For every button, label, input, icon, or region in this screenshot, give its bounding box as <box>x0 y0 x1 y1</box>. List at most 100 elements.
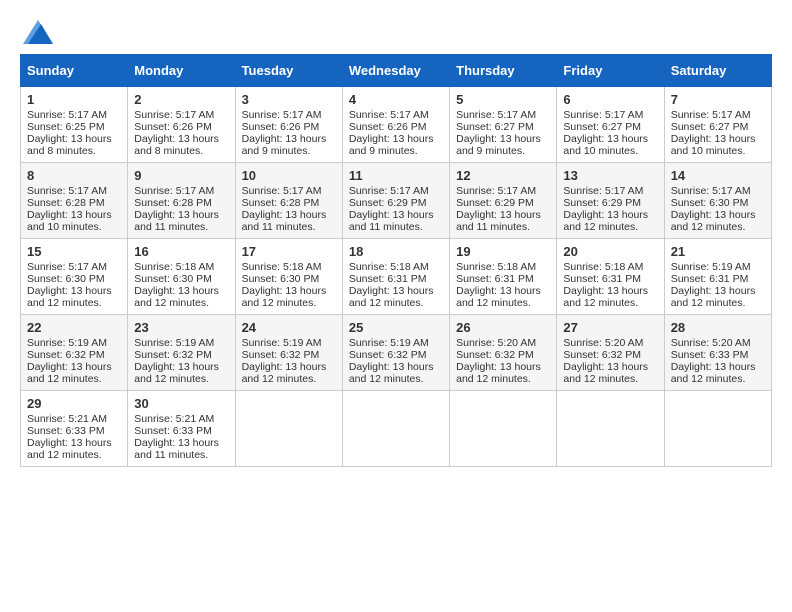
day-number: 30 <box>134 396 228 411</box>
daylight-label: Daylight: 13 hours and 11 minutes. <box>456 209 541 233</box>
calendar-cell: 19 Sunrise: 5:18 AM Sunset: 6:31 PM Dayl… <box>450 239 557 315</box>
calendar-cell: 8 Sunrise: 5:17 AM Sunset: 6:28 PM Dayli… <box>21 163 128 239</box>
daylight-label: Daylight: 13 hours and 8 minutes. <box>134 133 219 157</box>
calendar-cell: 28 Sunrise: 5:20 AM Sunset: 6:33 PM Dayl… <box>664 315 771 391</box>
sunset-label: Sunset: 6:31 PM <box>671 273 749 285</box>
sunrise-label: Sunrise: 5:17 AM <box>242 109 322 121</box>
calendar-cell: 3 Sunrise: 5:17 AM Sunset: 6:26 PM Dayli… <box>235 87 342 163</box>
day-number: 19 <box>456 244 550 259</box>
sunset-label: Sunset: 6:31 PM <box>456 273 534 285</box>
sunrise-label: Sunrise: 5:17 AM <box>27 261 107 273</box>
calendar-week-row: 15 Sunrise: 5:17 AM Sunset: 6:30 PM Dayl… <box>21 239 772 315</box>
calendar-cell <box>450 391 557 467</box>
sunrise-label: Sunrise: 5:19 AM <box>27 337 107 349</box>
daylight-label: Daylight: 13 hours and 11 minutes. <box>349 209 434 233</box>
sunset-label: Sunset: 6:31 PM <box>349 273 427 285</box>
day-number: 4 <box>349 92 443 107</box>
daylight-label: Daylight: 13 hours and 9 minutes. <box>456 133 541 157</box>
day-number: 26 <box>456 320 550 335</box>
daylight-label: Daylight: 13 hours and 11 minutes. <box>242 209 327 233</box>
sunrise-label: Sunrise: 5:17 AM <box>563 109 643 121</box>
calendar-header-row: SundayMondayTuesdayWednesdayThursdayFrid… <box>21 55 772 87</box>
daylight-label: Daylight: 13 hours and 12 minutes. <box>242 361 327 385</box>
daylight-label: Daylight: 13 hours and 12 minutes. <box>671 209 756 233</box>
day-number: 23 <box>134 320 228 335</box>
calendar-week-row: 22 Sunrise: 5:19 AM Sunset: 6:32 PM Dayl… <box>21 315 772 391</box>
sunset-label: Sunset: 6:30 PM <box>134 273 212 285</box>
calendar-cell: 20 Sunrise: 5:18 AM Sunset: 6:31 PM Dayl… <box>557 239 664 315</box>
daylight-label: Daylight: 13 hours and 11 minutes. <box>134 437 219 461</box>
calendar-week-row: 1 Sunrise: 5:17 AM Sunset: 6:25 PM Dayli… <box>21 87 772 163</box>
sunset-label: Sunset: 6:32 PM <box>349 349 427 361</box>
sunrise-label: Sunrise: 5:17 AM <box>563 185 643 197</box>
sunrise-label: Sunrise: 5:17 AM <box>671 109 751 121</box>
calendar-week-row: 29 Sunrise: 5:21 AM Sunset: 6:33 PM Dayl… <box>21 391 772 467</box>
sunset-label: Sunset: 6:28 PM <box>134 197 212 209</box>
day-number: 15 <box>27 244 121 259</box>
calendar-cell: 15 Sunrise: 5:17 AM Sunset: 6:30 PM Dayl… <box>21 239 128 315</box>
daylight-label: Daylight: 13 hours and 12 minutes. <box>456 361 541 385</box>
sunset-label: Sunset: 6:30 PM <box>27 273 105 285</box>
daylight-label: Daylight: 13 hours and 10 minutes. <box>563 133 648 157</box>
sunrise-label: Sunrise: 5:17 AM <box>242 185 322 197</box>
sunrise-label: Sunrise: 5:18 AM <box>456 261 536 273</box>
day-number: 21 <box>671 244 765 259</box>
daylight-label: Daylight: 13 hours and 8 minutes. <box>27 133 112 157</box>
day-number: 12 <box>456 168 550 183</box>
calendar-cell: 13 Sunrise: 5:17 AM Sunset: 6:29 PM Dayl… <box>557 163 664 239</box>
col-header-sunday: Sunday <box>21 55 128 87</box>
calendar-cell: 21 Sunrise: 5:19 AM Sunset: 6:31 PM Dayl… <box>664 239 771 315</box>
daylight-label: Daylight: 13 hours and 12 minutes. <box>563 209 648 233</box>
col-header-monday: Monday <box>128 55 235 87</box>
day-number: 24 <box>242 320 336 335</box>
sunset-label: Sunset: 6:32 PM <box>563 349 641 361</box>
calendar-cell: 29 Sunrise: 5:21 AM Sunset: 6:33 PM Dayl… <box>21 391 128 467</box>
sunrise-label: Sunrise: 5:18 AM <box>563 261 643 273</box>
day-number: 5 <box>456 92 550 107</box>
sunset-label: Sunset: 6:26 PM <box>349 121 427 133</box>
sunrise-label: Sunrise: 5:18 AM <box>349 261 429 273</box>
day-number: 1 <box>27 92 121 107</box>
daylight-label: Daylight: 13 hours and 12 minutes. <box>27 437 112 461</box>
daylight-label: Daylight: 13 hours and 12 minutes. <box>134 285 219 309</box>
sunset-label: Sunset: 6:27 PM <box>456 121 534 133</box>
col-header-thursday: Thursday <box>450 55 557 87</box>
logo-icon <box>23 20 53 44</box>
calendar-cell <box>342 391 449 467</box>
header <box>20 20 772 44</box>
daylight-label: Daylight: 13 hours and 12 minutes. <box>563 285 648 309</box>
col-header-wednesday: Wednesday <box>342 55 449 87</box>
sunrise-label: Sunrise: 5:17 AM <box>349 185 429 197</box>
calendar-cell: 7 Sunrise: 5:17 AM Sunset: 6:27 PM Dayli… <box>664 87 771 163</box>
sunrise-label: Sunrise: 5:18 AM <box>134 261 214 273</box>
calendar-cell: 10 Sunrise: 5:17 AM Sunset: 6:28 PM Dayl… <box>235 163 342 239</box>
daylight-label: Daylight: 13 hours and 10 minutes. <box>27 209 112 233</box>
calendar-cell <box>235 391 342 467</box>
sunset-label: Sunset: 6:30 PM <box>242 273 320 285</box>
calendar-cell: 9 Sunrise: 5:17 AM Sunset: 6:28 PM Dayli… <box>128 163 235 239</box>
daylight-label: Daylight: 13 hours and 12 minutes. <box>671 361 756 385</box>
sunrise-label: Sunrise: 5:20 AM <box>456 337 536 349</box>
sunset-label: Sunset: 6:31 PM <box>563 273 641 285</box>
daylight-label: Daylight: 13 hours and 12 minutes. <box>349 361 434 385</box>
sunset-label: Sunset: 6:29 PM <box>349 197 427 209</box>
sunset-label: Sunset: 6:29 PM <box>456 197 534 209</box>
calendar-cell: 23 Sunrise: 5:19 AM Sunset: 6:32 PM Dayl… <box>128 315 235 391</box>
day-number: 2 <box>134 92 228 107</box>
daylight-label: Daylight: 13 hours and 12 minutes. <box>27 361 112 385</box>
calendar-cell: 24 Sunrise: 5:19 AM Sunset: 6:32 PM Dayl… <box>235 315 342 391</box>
sunset-label: Sunset: 6:32 PM <box>456 349 534 361</box>
calendar-cell: 6 Sunrise: 5:17 AM Sunset: 6:27 PM Dayli… <box>557 87 664 163</box>
daylight-label: Daylight: 13 hours and 11 minutes. <box>134 209 219 233</box>
daylight-label: Daylight: 13 hours and 12 minutes. <box>671 285 756 309</box>
daylight-label: Daylight: 13 hours and 10 minutes. <box>671 133 756 157</box>
sunset-label: Sunset: 6:32 PM <box>242 349 320 361</box>
sunset-label: Sunset: 6:32 PM <box>27 349 105 361</box>
daylight-label: Daylight: 13 hours and 12 minutes. <box>134 361 219 385</box>
calendar-cell: 5 Sunrise: 5:17 AM Sunset: 6:27 PM Dayli… <box>450 87 557 163</box>
sunrise-label: Sunrise: 5:18 AM <box>242 261 322 273</box>
calendar-cell: 11 Sunrise: 5:17 AM Sunset: 6:29 PM Dayl… <box>342 163 449 239</box>
sunrise-label: Sunrise: 5:17 AM <box>27 185 107 197</box>
day-number: 27 <box>563 320 657 335</box>
day-number: 18 <box>349 244 443 259</box>
